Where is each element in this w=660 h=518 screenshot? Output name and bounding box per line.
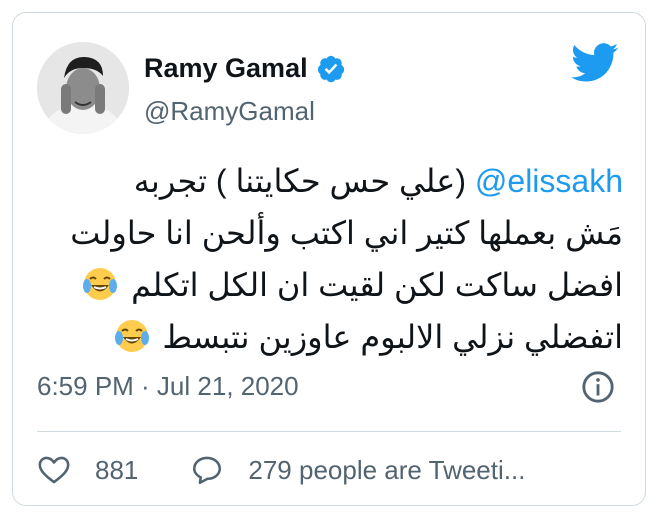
author-name-row[interactable]: Ramy Gamal: [144, 53, 346, 84]
verified-badge-icon: [317, 55, 344, 82]
like-count[interactable]: 881: [95, 455, 138, 486]
twitter-bird-icon[interactable]: [571, 43, 619, 83]
info-icon[interactable]: [581, 370, 615, 404]
tweet-body-line-4: اتفضلي نزلي الالبوم عاوزين نتبسط: [37, 311, 623, 363]
heart-icon: [38, 456, 70, 484]
like-button[interactable]: 881: [37, 453, 190, 487]
avatar[interactable]: [37, 42, 129, 134]
tweet-body-line-1: @elissakh (علي حس حكايتنا ) تجربه: [37, 155, 623, 207]
tweet-body-line-3: افضل ساكت لكن لقيت ان الكل اتكلم: [37, 259, 623, 311]
tweet-body-line-1-text: (علي حس حكايتنا ) تجربه: [133, 163, 475, 199]
tweet-actions: 881 279 people are Tweeti...: [37, 453, 525, 487]
avatar-image: [37, 42, 129, 134]
face-with-tears-of-joy-icon: [83, 268, 118, 300]
reply-icon: [193, 456, 222, 485]
tweet-timestamp[interactable]: 6:59 PM · Jul 21, 2020: [37, 371, 299, 402]
mention-link[interactable]: @elissakh: [475, 163, 623, 199]
tweet-body-line-3-text: افضل ساكت لكن لقيت ان الكل اتكلم: [131, 267, 623, 303]
author-handle[interactable]: @RamyGamal: [144, 96, 315, 127]
conversation-button[interactable]: 279 people are Tweeti...: [190, 453, 525, 487]
divider: [37, 431, 621, 432]
author-display-name[interactable]: Ramy Gamal: [144, 53, 308, 84]
tweet-body-line-4-text: اتفضلي نزلي الالبوم عاوزين نتبسط: [162, 319, 623, 355]
tweet-body: @elissakh (علي حس حكايتنا ) تجربه مَش بع…: [37, 155, 623, 363]
face-with-tears-of-joy-icon: [114, 320, 149, 352]
tweet-body-line-2: مَش بعملها كتير اني اكتب وألحن انا حاولت: [70, 215, 623, 251]
tweet-card[interactable]: Ramy Gamal @RamyGamal @elissakh (علي حس …: [12, 12, 646, 506]
conversation-text[interactable]: 279 people are Tweeti...: [248, 455, 525, 486]
